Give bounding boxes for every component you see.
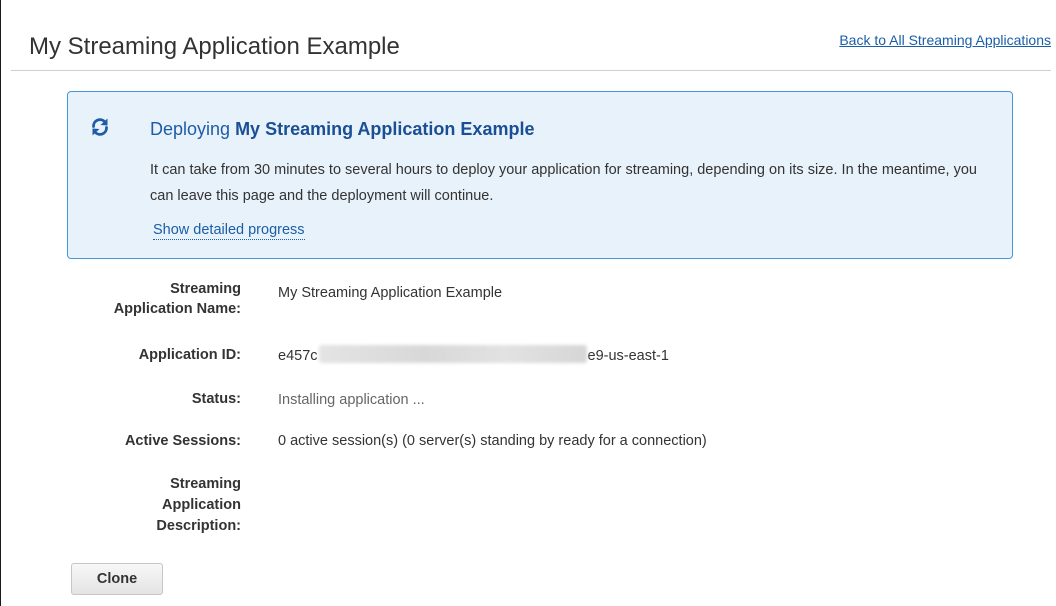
description-label-line2: Application xyxy=(162,497,241,513)
refresh-icon xyxy=(92,118,108,136)
application-name-label-line1: Streaming xyxy=(170,281,241,297)
redacted-id-segment xyxy=(318,345,587,363)
deployment-message: It can take from 30 minutes to several h… xyxy=(150,162,977,204)
clone-button[interactable]: Clone xyxy=(71,563,163,595)
application-name-label: Streaming Application Name: xyxy=(11,279,241,319)
deployment-app-name: My Streaming Application Example xyxy=(235,119,535,139)
page-title: My Streaming Application Example xyxy=(29,33,400,60)
description-label-line1: Streaming xyxy=(170,476,241,492)
description-label: Streaming Application Description: xyxy=(11,474,241,537)
status-value: Installing application ... xyxy=(278,392,425,408)
page-header: My Streaming Application Example Back to… xyxy=(11,0,1051,71)
status-label: Status: xyxy=(191,391,241,407)
application-name-label-line2: Application Name: xyxy=(113,301,241,317)
application-id-label: Application ID: xyxy=(138,347,241,363)
application-detail-page: My Streaming Application Example Back to… xyxy=(0,0,1056,606)
application-id-value: e457c e9-us-east-1 xyxy=(278,345,669,365)
application-name-value: My Streaming Application Example xyxy=(278,285,503,301)
show-detailed-progress-link[interactable]: Show detailed progress xyxy=(153,222,305,240)
deployment-title-prefix: Deploying xyxy=(150,119,236,139)
active-sessions-value: 0 active session(s) (0 server(s) standin… xyxy=(278,433,707,449)
application-id-end: e9-us-east-1 xyxy=(587,348,669,364)
application-id-start: e457c xyxy=(278,348,318,364)
deployment-notice: Deploying My Streaming Application Examp… xyxy=(67,91,1013,259)
deployment-title: Deploying My Streaming Application Examp… xyxy=(150,119,534,140)
active-sessions-label: Active Sessions: xyxy=(124,433,241,449)
description-label-line3: Description: xyxy=(156,518,241,534)
back-to-applications-link[interactable]: Back to All Streaming Applications xyxy=(839,32,1051,48)
